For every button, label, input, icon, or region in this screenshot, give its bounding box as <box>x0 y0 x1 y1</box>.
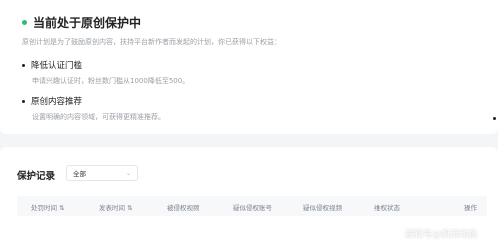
column-header-actions: 操作 <box>464 204 477 212</box>
status-title: 当前处于原创保护中 <box>33 16 142 30</box>
column-header-suspect-video: 疑似侵权视频 <box>303 204 342 212</box>
status-heading: 当前处于原创保护中 <box>22 14 141 31</box>
bullet-icon <box>22 99 25 103</box>
records-title: 保护记录 <box>17 171 56 182</box>
records-table-header: 处罚时间 ⇅ 发表时间 ⇅ 被侵权视频 疑似侵权账号 疑似侵权视频 维权状态 操… <box>17 196 487 216</box>
column-header-publish-time[interactable]: 发表时间 ⇅ <box>99 202 133 212</box>
benefit-description: 设置明确的内容领域，可获得更精准推荐。 <box>32 113 165 121</box>
edge-dot-icon <box>493 117 496 120</box>
benefit-title: 原创内容推荐 <box>31 97 83 107</box>
benefit-item: 降低认证门槛 申请兴趣认证时，粉丝数门槛从1000降低至500。 <box>22 59 189 86</box>
sort-icon[interactable]: ⇅ <box>59 204 64 212</box>
column-header-suspect-account: 疑似侵权账号 <box>233 204 272 212</box>
protection-status-card: 当前处于原创保护中 原创计划是为了鼓励原创内容，扶持平台新作者而发起的计划，你已… <box>0 0 498 134</box>
status-filter-select[interactable]: 全部 ⌄ <box>66 165 138 181</box>
chevron-down-icon: ⌄ <box>125 169 131 177</box>
benefit-description: 申请兴趣认证时，粉丝数门槛从1000降低至500。 <box>32 77 190 85</box>
column-header-infringed-video: 被侵权视频 <box>167 204 200 212</box>
bullet-icon <box>22 63 25 67</box>
filter-selected-value: 全部 <box>73 170 86 178</box>
benefit-title: 降低认证门槛 <box>31 61 83 71</box>
column-header-penalty-time[interactable]: 处罚时间 ⇅ <box>31 202 65 212</box>
original-protection-page: 当前处于原创保护中 原创计划是为了鼓励原创内容，扶持平台新作者而发起的计划，你已… <box>0 0 498 246</box>
watermark: 搜狐号@帆雨动画 <box>405 230 478 240</box>
sort-icon[interactable]: ⇅ <box>127 204 132 212</box>
column-header-rights-status: 维权状态 <box>374 204 400 212</box>
status-dot-icon <box>22 20 27 25</box>
status-description: 原创计划是为了鼓励原创内容，扶持平台新作者而发起的计划，你已获得以下权益： <box>22 38 281 46</box>
benefit-item: 原创内容推荐 设置明确的内容领域，可获得更精准推荐。 <box>22 95 165 122</box>
